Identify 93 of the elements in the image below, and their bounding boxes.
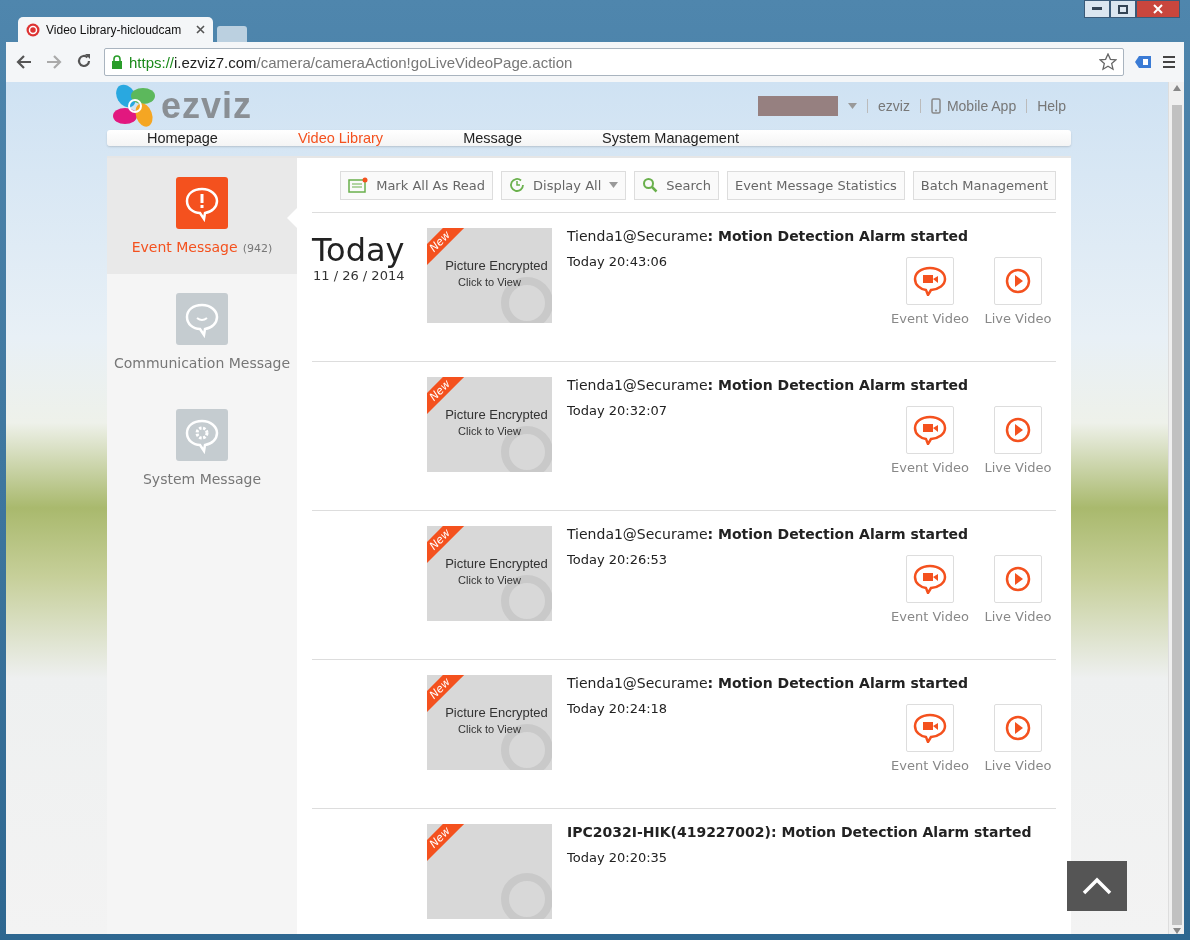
event-video-button[interactable]: [906, 555, 954, 603]
event-time: Today 20:43:06: [567, 254, 669, 269]
nav-tab[interactable]: Homepage: [147, 130, 218, 146]
thumbnail-hint: Click to View: [458, 276, 521, 288]
event-title: Tienda1@Securame: Motion Detection Alarm started: [567, 675, 970, 691]
logo-text: ezviz: [161, 85, 253, 127]
record-icon: [26, 22, 40, 37]
scroll-up-icon[interactable]: [1172, 85, 1181, 91]
camera-bubble-icon: [913, 415, 947, 445]
close-icon: [1153, 4, 1163, 14]
thumbnail-title: Picture Encrypted: [445, 556, 548, 571]
action-label: Live Video: [984, 311, 1052, 326]
thumbnail-title: Picture Encrypted: [445, 407, 548, 422]
thumbnail-title: Picture Encrypted: [445, 258, 548, 273]
search-icon: [642, 177, 659, 193]
date-text: 11 / 26 / 2014: [312, 268, 406, 283]
maximize-icon: [1118, 4, 1128, 14]
live-video-button[interactable]: [994, 406, 1042, 454]
refresh-clock-icon: [509, 177, 526, 193]
menu-icon[interactable]: [1162, 55, 1176, 69]
camera-bubble-icon: [913, 713, 947, 743]
event-video-button[interactable]: [906, 257, 954, 305]
toolbar-button[interactable]: Display All: [501, 170, 627, 200]
play-icon: [1005, 566, 1031, 592]
search-button[interactable]: Search: [634, 170, 719, 200]
sidebar-label: Event Message: [131, 238, 238, 255]
camera-bubble-icon: [913, 564, 947, 594]
back-to-top-button[interactable]: [1067, 861, 1127, 911]
action-label: Live Video: [984, 609, 1052, 624]
action-label: Event Video: [891, 758, 969, 773]
date-heading: Today: [312, 232, 406, 268]
chat-bubble-icon: [176, 292, 228, 345]
address-field[interactable]: https://i.ezviz7.com/camera/cameraAction!goLiveVideoPage.action: [104, 48, 1124, 76]
help-link[interactable]: Help: [1037, 98, 1066, 114]
maximize-button[interactable]: [1110, 0, 1136, 18]
event-video-button[interactable]: [906, 406, 954, 454]
sidebar-item[interactable]: Event Message (942): [107, 158, 297, 274]
phone-icon: [930, 98, 941, 114]
envelope-icon: [348, 177, 369, 193]
play-icon: [1005, 268, 1031, 294]
play-icon: [1005, 417, 1031, 443]
event-time: Today 20:20:35: [567, 850, 669, 865]
live-video-button[interactable]: [994, 555, 1042, 603]
extension-icon[interactable]: [1134, 55, 1152, 69]
action-label: Event Video: [891, 460, 969, 475]
action-label: Event Video: [891, 311, 969, 326]
sidebar-label: System Message: [143, 470, 261, 487]
thumbnail-hint: Click to View: [458, 723, 521, 735]
event-title: Tienda1@Securame: Motion Detection Alarm started: [567, 526, 970, 542]
toolbar-button[interactable]: Batch Management: [912, 170, 1056, 200]
event-title: Tienda1@Securame: Motion Detection Alarm started: [567, 228, 970, 244]
minimize-icon: [1092, 7, 1102, 11]
lock-icon: [111, 55, 123, 69]
event-time: Today 20:26:53: [567, 552, 669, 567]
nav-tab[interactable]: Message: [463, 130, 522, 146]
event-time: Today 20:32:07: [567, 403, 669, 418]
scrollbar-thumb[interactable]: [1171, 105, 1182, 925]
thumbnail-title: Picture Encrypted: [445, 705, 548, 720]
sidebar-item[interactable]: Communication Message: [107, 274, 297, 390]
event-title: IPC2032I-HIK(419227002): Motion Detection Alarm started: [567, 824, 1033, 840]
sidebar-item[interactable]: System Message: [107, 390, 297, 506]
toolbar-button[interactable]: Event Message Statistics: [726, 170, 905, 200]
toolbar-button[interactable]: Mark All As Read: [340, 170, 494, 200]
live-video-button[interactable]: [994, 257, 1042, 305]
thumbnail-hint: Click to View: [458, 574, 521, 586]
message-count: (942): [242, 241, 273, 255]
action-label: Live Video: [984, 758, 1052, 773]
alert-bubble-icon: [176, 176, 228, 229]
dropdown-caret-icon[interactable]: [848, 103, 857, 109]
chevron-up-icon: [1082, 877, 1112, 895]
thumbnail-hint: Click to View: [458, 425, 521, 437]
sidebar-label: Communication Message: [113, 354, 291, 371]
event-video-button[interactable]: [906, 704, 954, 752]
play-icon: [1005, 715, 1031, 741]
event-title: Tienda1@Securame: Motion Detection Alarm started: [567, 377, 970, 393]
nav-tab[interactable]: System Management: [601, 130, 739, 146]
account-link[interactable]: ezviz: [878, 98, 910, 114]
event-time: Today 20:24:18: [567, 701, 669, 716]
star-icon[interactable]: [1099, 53, 1117, 71]
action-label: Live Video: [984, 460, 1052, 475]
minimize-button[interactable]: [1084, 0, 1110, 18]
scroll-down-icon[interactable]: [1172, 928, 1181, 934]
live-video-button[interactable]: [994, 704, 1042, 752]
caret-icon: [609, 182, 619, 188]
close-icon[interactable]: [196, 25, 205, 34]
mobile-app-link[interactable]: Mobile App: [930, 98, 1017, 114]
browser-tab[interactable]: Video Library-hicloudcam: [18, 17, 213, 42]
close-button[interactable]: [1136, 0, 1180, 18]
action-label: Event Video: [891, 609, 969, 624]
gear-bubble-icon: [176, 408, 228, 461]
camera-bubble-icon: [913, 266, 947, 296]
tab-title: Video Library-hicloudcam: [46, 22, 183, 37]
nav-tab[interactable]: Video Library: [297, 130, 384, 146]
